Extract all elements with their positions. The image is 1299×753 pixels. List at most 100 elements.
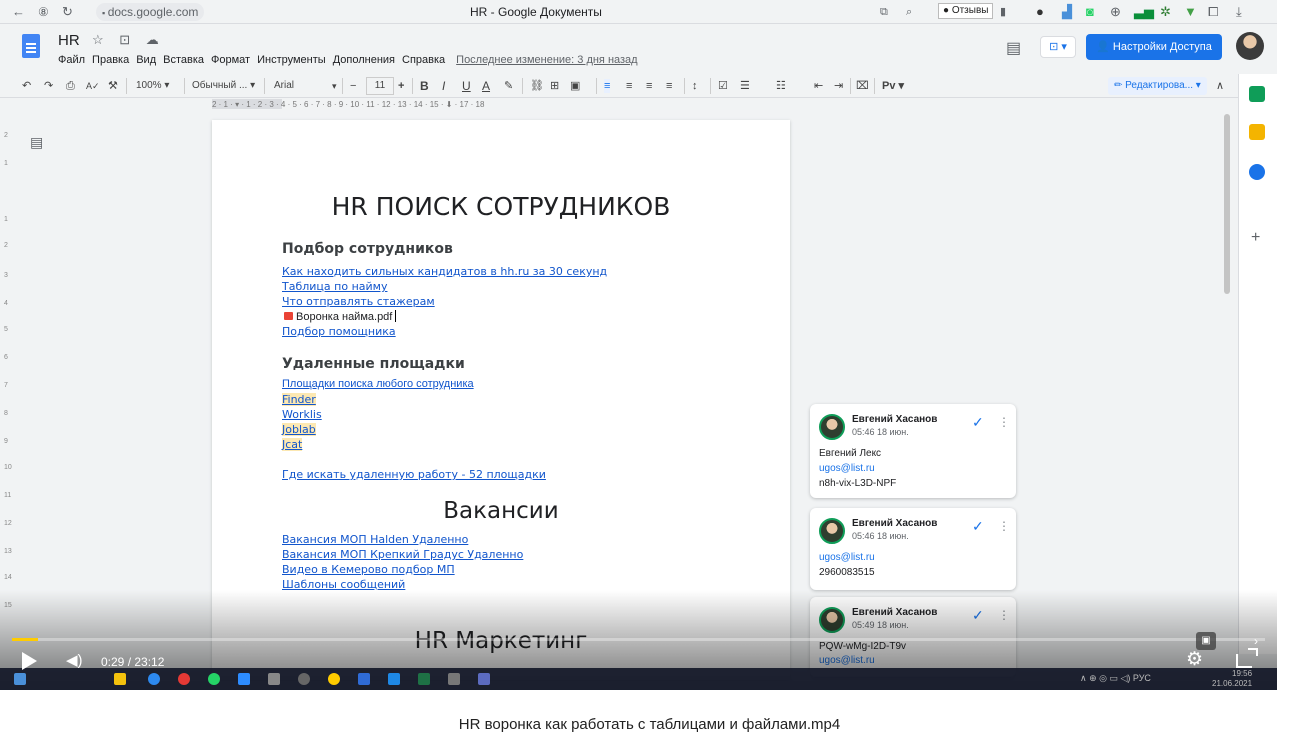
volume-icon[interactable]: ◀): [66, 652, 83, 670]
start-icon[interactable]: [14, 673, 26, 685]
bold-button[interactable]: B: [420, 79, 429, 93]
app-icon[interactable]: [358, 673, 370, 685]
vertical-ruler[interactable]: 2 1 1 2 3 4 5 6 7 8 9 10 11 12 13 14 15: [2, 112, 14, 612]
title-actions[interactable]: ☆ ⊡ ☁: [92, 32, 165, 48]
add-addon-icon[interactable]: +: [1251, 229, 1260, 247]
app-icon[interactable]: [268, 673, 280, 685]
redo-icon[interactable]: ↷: [44, 79, 53, 93]
document-scrollbar[interactable]: [1222, 112, 1232, 612]
link-search-platforms[interactable]: Площадки поиска любого сотрудника: [282, 378, 474, 390]
align-left-button[interactable]: ≡: [604, 79, 611, 93]
link-interns[interactable]: Что отправлять стажерам: [282, 295, 435, 308]
link-worklis[interactable]: Worklis: [282, 408, 322, 421]
link-message-templates[interactable]: Шаблоны сообщений: [282, 578, 405, 591]
bookmark-icon[interactable]: ▮: [1000, 4, 1006, 20]
font-dropdown-icon[interactable]: ▾: [332, 79, 337, 93]
reviews-button[interactable]: ● Отзывы: [938, 3, 994, 19]
align-justify-button[interactable]: ≡: [666, 79, 672, 93]
bulb-icon[interactable]: ●: [1036, 4, 1044, 20]
shield-green-icon[interactable]: ▼: [1184, 4, 1197, 20]
gear-icon[interactable]: ⚙: [1186, 650, 1203, 670]
explorer-icon[interactable]: [114, 673, 126, 685]
globe-icon[interactable]: ⊕: [1110, 4, 1121, 20]
collapse-menu-icon[interactable]: ∧: [1216, 79, 1224, 93]
picture-in-picture-icon[interactable]: ▣: [1196, 632, 1216, 650]
link-vacancy-gradus[interactable]: Вакансия МОП Крепкий Градус Удаленно: [282, 548, 523, 561]
yandex-icon[interactable]: [328, 673, 340, 685]
checklist-icon[interactable]: ☑: [718, 79, 728, 93]
align-center-button[interactable]: ≡: [626, 79, 632, 93]
paint-format-icon[interactable]: ⚒: [108, 79, 118, 93]
tasks-icon[interactable]: [1249, 164, 1265, 180]
link-icon[interactable]: ⛓: [530, 79, 544, 93]
comment-card[interactable]: Евгений Хасанов 05:46 18 июн. ✓ ⋮ Евгени…: [810, 404, 1016, 498]
more-options-icon[interactable]: ⋮: [998, 415, 1010, 429]
italic-button[interactable]: I: [442, 79, 445, 93]
whatsapp-icon[interactable]: ◙: [1086, 4, 1094, 20]
link-assistant[interactable]: Подбор помощника: [282, 325, 396, 338]
shield-icon[interactable]: ⑧: [38, 4, 49, 20]
reload-icon[interactable]: ↻: [62, 4, 73, 20]
resolve-check-icon[interactable]: ✓: [972, 414, 984, 431]
menu-addons[interactable]: Дополнения: [333, 54, 395, 66]
system-tray[interactable]: ∧ ⊕ ◎ ▭ ◁) РУС: [1080, 673, 1151, 684]
insert-image-icon[interactable]: ▣: [570, 79, 580, 93]
zoom-icon[interactable]: [238, 673, 250, 685]
document-title[interactable]: HR: [58, 32, 80, 49]
app-icon[interactable]: [478, 673, 490, 685]
resolve-check-icon[interactable]: ✓: [972, 518, 984, 535]
link-vacancy-halden[interactable]: Вакансия МОП Halden Удаленно: [282, 533, 468, 546]
link-hh-candidates[interactable]: Как находить сильных кандидатов в hh.ru …: [282, 265, 607, 278]
extension-icon[interactable]: ⧉: [880, 4, 888, 20]
decrease-indent-icon[interactable]: ⇤: [814, 79, 823, 93]
next-arrow-icon[interactable]: ›: [1254, 634, 1258, 648]
highlight-icon[interactable]: ✎: [504, 79, 513, 93]
present-button[interactable]: ⊡ ▾: [1040, 36, 1076, 58]
spellcheck-icon[interactable]: A✓: [86, 79, 100, 93]
resolve-check-icon[interactable]: ✓: [972, 607, 984, 624]
font-select[interactable]: Arial: [274, 79, 294, 93]
browser-icon[interactable]: [298, 673, 310, 685]
last-edit-link[interactable]: Последнее изменение: 3 дня назад: [456, 54, 637, 66]
docs-logo-icon[interactable]: [22, 34, 40, 58]
calendar-icon[interactable]: [1249, 86, 1265, 102]
link-hiring-table[interactable]: Таблица по найму: [282, 280, 387, 293]
undo-icon[interactable]: ↶: [22, 79, 31, 93]
pdf-attachment-chip[interactable]: Воронка найма.pdf: [284, 310, 397, 323]
menu-insert[interactable]: Вставка: [163, 54, 204, 66]
line-spacing-icon[interactable]: ↕: [692, 79, 698, 93]
input-tools-button[interactable]: Pv ▾: [882, 79, 904, 93]
document-page[interactable]: HR ПОИСК СОТРУДНИКОВ Подбор сотрудников …: [212, 120, 790, 680]
clear-formatting-icon[interactable]: ⌧: [856, 79, 869, 93]
download-icon[interactable]: ⤓: [1236, 4, 1242, 20]
comment-email[interactable]: ugos@list.ru: [819, 463, 875, 474]
print-icon[interactable]: ⎙: [66, 79, 75, 93]
link-remote-work[interactable]: Где искать удаленную работу - 52 площадк…: [282, 468, 546, 481]
keep-icon[interactable]: [1249, 124, 1265, 140]
increase-indent-icon[interactable]: ⇥: [834, 79, 843, 93]
more-options-icon[interactable]: ⋮: [998, 608, 1010, 622]
zoom-select[interactable]: 100% ▾: [136, 79, 169, 93]
menu-edit[interactable]: Правка: [92, 54, 129, 66]
bulleted-list-icon[interactable]: ☰: [740, 79, 750, 93]
comment-card[interactable]: Евгений Хасанов 05:46 18 июн. ✓ ⋮ ugos@l…: [810, 508, 1016, 590]
video-player[interactable]: ← ⑧ ↻ ▪ docs.google.com HR - Google Доку…: [0, 0, 1277, 690]
link-video-kemerovo[interactable]: Видео в Кемерово подбор МП: [282, 563, 455, 576]
add-comment-icon[interactable]: ⊞: [550, 79, 559, 93]
menu-file[interactable]: Файл: [58, 54, 85, 66]
back-arrow-icon[interactable]: ←: [12, 4, 25, 20]
excel-icon[interactable]: [418, 673, 430, 685]
link-finder[interactable]: Finder: [282, 393, 316, 406]
menu-format[interactable]: Формат: [211, 54, 250, 66]
extensions-icon[interactable]: ⧠: [1208, 4, 1218, 20]
address-bar[interactable]: ▪ docs.google.com: [96, 3, 205, 21]
horizontal-ruler[interactable]: 2 · 1 · ▾ · 1 · 2 · 3 · 4 · 5 · 6 · 7 · …: [212, 98, 792, 111]
more-options-icon[interactable]: ⋮: [998, 519, 1010, 533]
font-size-input[interactable]: 11: [366, 77, 394, 95]
link-joblab[interactable]: Joblab: [282, 423, 316, 436]
comments-icon[interactable]: ▤: [1006, 38, 1021, 58]
play-icon[interactable]: [22, 652, 37, 670]
menu-help[interactable]: Справка: [402, 54, 445, 66]
app-icon[interactable]: [148, 673, 160, 685]
style-select[interactable]: Обычный ... ▾: [192, 79, 255, 93]
